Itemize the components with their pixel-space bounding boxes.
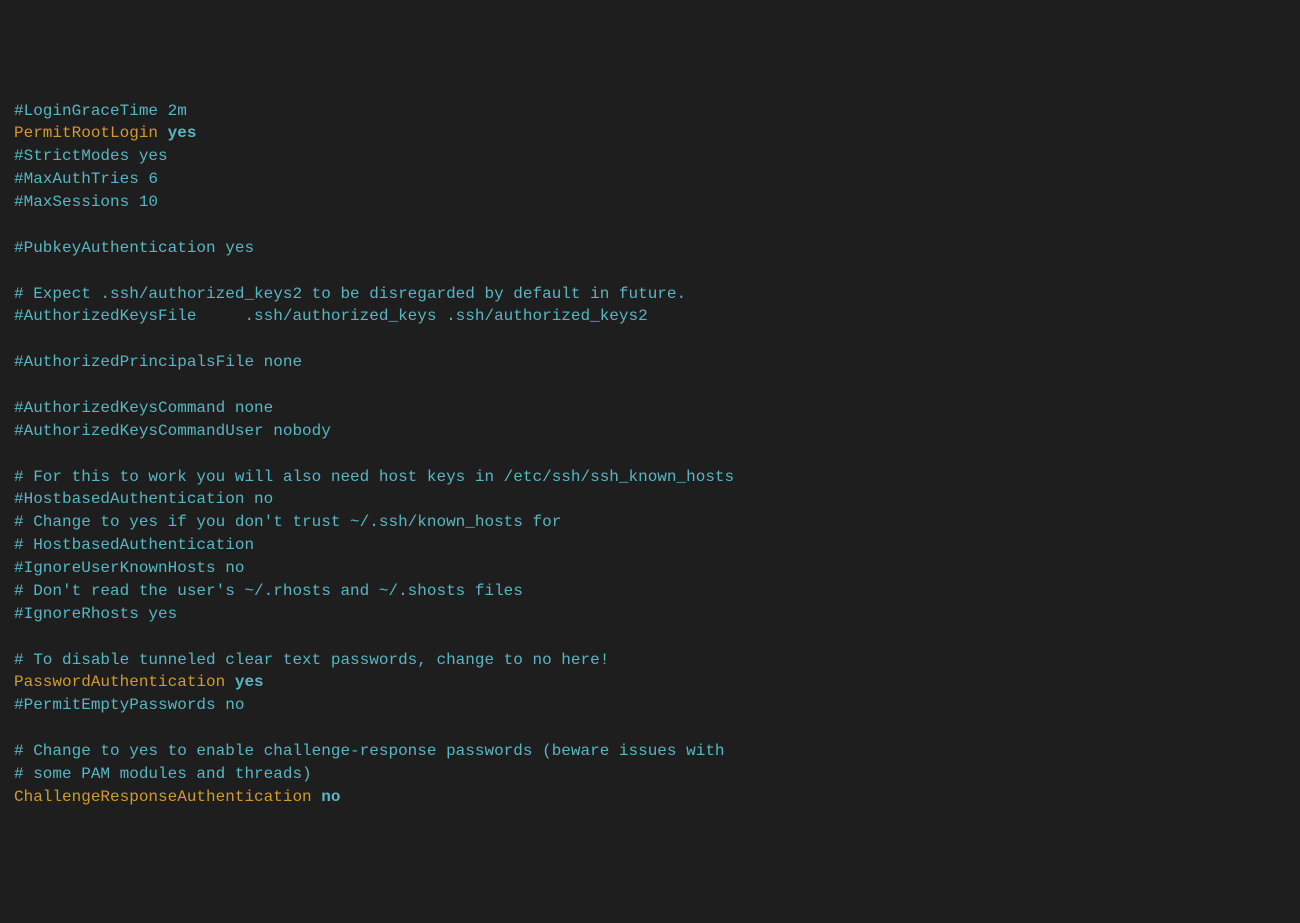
config-line bbox=[14, 260, 1286, 283]
comment-text: #AuthorizedPrincipalsFile none bbox=[14, 353, 302, 371]
config-line: # For this to work you will also need ho… bbox=[14, 466, 1286, 489]
comment-text: # Change to yes if you don't trust ~/.ss… bbox=[14, 513, 561, 531]
config-line: #AuthorizedKeysFile .ssh/authorized_keys… bbox=[14, 305, 1286, 328]
config-line: #IgnoreUserKnownHosts no bbox=[14, 557, 1286, 580]
config-line: # Change to yes if you don't trust ~/.ss… bbox=[14, 511, 1286, 534]
config-line: #PermitEmptyPasswords no bbox=[14, 694, 1286, 717]
config-line: # To disable tunneled clear text passwor… bbox=[14, 649, 1286, 672]
config-line: # HostbasedAuthentication bbox=[14, 534, 1286, 557]
comment-text: # HostbasedAuthentication bbox=[14, 536, 254, 554]
comment-text: #PermitEmptyPasswords no bbox=[14, 696, 244, 714]
comment-text: # Change to yes to enable challenge-resp… bbox=[14, 742, 725, 760]
comment-text: #IgnoreUserKnownHosts no bbox=[14, 559, 244, 577]
config-line: #AuthorizedKeysCommand none bbox=[14, 397, 1286, 420]
config-editor[interactable]: #LoginGraceTime 2mPermitRootLogin yes#St… bbox=[14, 100, 1286, 809]
config-line: # Don't read the user's ~/.rhosts and ~/… bbox=[14, 580, 1286, 603]
directive-name: PasswordAuthentication bbox=[14, 673, 235, 691]
comment-text: #LoginGraceTime 2m bbox=[14, 102, 187, 120]
comment-text: # Don't read the user's ~/.rhosts and ~/… bbox=[14, 582, 523, 600]
comment-text: #HostbasedAuthentication no bbox=[14, 490, 273, 508]
config-line: PasswordAuthentication yes bbox=[14, 671, 1286, 694]
comment-text: #AuthorizedKeysCommand none bbox=[14, 399, 273, 417]
directive-value: no bbox=[321, 788, 340, 806]
config-line bbox=[14, 374, 1286, 397]
config-line: #StrictModes yes bbox=[14, 145, 1286, 168]
config-line: #HostbasedAuthentication no bbox=[14, 488, 1286, 511]
comment-text: #AuthorizedKeysCommandUser nobody bbox=[14, 422, 331, 440]
config-line bbox=[14, 717, 1286, 740]
comment-text: #StrictModes yes bbox=[14, 147, 168, 165]
directive-name: PermitRootLogin bbox=[14, 124, 168, 142]
directive-value: yes bbox=[168, 124, 197, 142]
config-line bbox=[14, 214, 1286, 237]
config-line: ChallengeResponseAuthentication no bbox=[14, 786, 1286, 809]
comment-text: # Expect .ssh/authorized_keys2 to be dis… bbox=[14, 285, 686, 303]
config-line: #MaxAuthTries 6 bbox=[14, 168, 1286, 191]
comment-text: #PubkeyAuthentication yes bbox=[14, 239, 254, 257]
config-line: #PubkeyAuthentication yes bbox=[14, 237, 1286, 260]
config-line bbox=[14, 443, 1286, 466]
config-line: #AuthorizedPrincipalsFile none bbox=[14, 351, 1286, 374]
comment-text: # some PAM modules and threads) bbox=[14, 765, 312, 783]
comment-text: # To disable tunneled clear text passwor… bbox=[14, 651, 609, 669]
directive-value: yes bbox=[235, 673, 264, 691]
config-line: PermitRootLogin yes bbox=[14, 122, 1286, 145]
comment-text: #MaxAuthTries 6 bbox=[14, 170, 158, 188]
config-line bbox=[14, 626, 1286, 649]
config-line: # Expect .ssh/authorized_keys2 to be dis… bbox=[14, 283, 1286, 306]
comment-text: #AuthorizedKeysFile .ssh/authorized_keys… bbox=[14, 307, 648, 325]
comment-text: # For this to work you will also need ho… bbox=[14, 468, 734, 486]
comment-text: #MaxSessions 10 bbox=[14, 193, 158, 211]
config-line: #IgnoreRhosts yes bbox=[14, 603, 1286, 626]
config-line: # some PAM modules and threads) bbox=[14, 763, 1286, 786]
directive-name: ChallengeResponseAuthentication bbox=[14, 788, 321, 806]
config-line: #LoginGraceTime 2m bbox=[14, 100, 1286, 123]
comment-text: #IgnoreRhosts yes bbox=[14, 605, 177, 623]
config-line bbox=[14, 328, 1286, 351]
config-line: # Change to yes to enable challenge-resp… bbox=[14, 740, 1286, 763]
config-line: #MaxSessions 10 bbox=[14, 191, 1286, 214]
config-line: #AuthorizedKeysCommandUser nobody bbox=[14, 420, 1286, 443]
